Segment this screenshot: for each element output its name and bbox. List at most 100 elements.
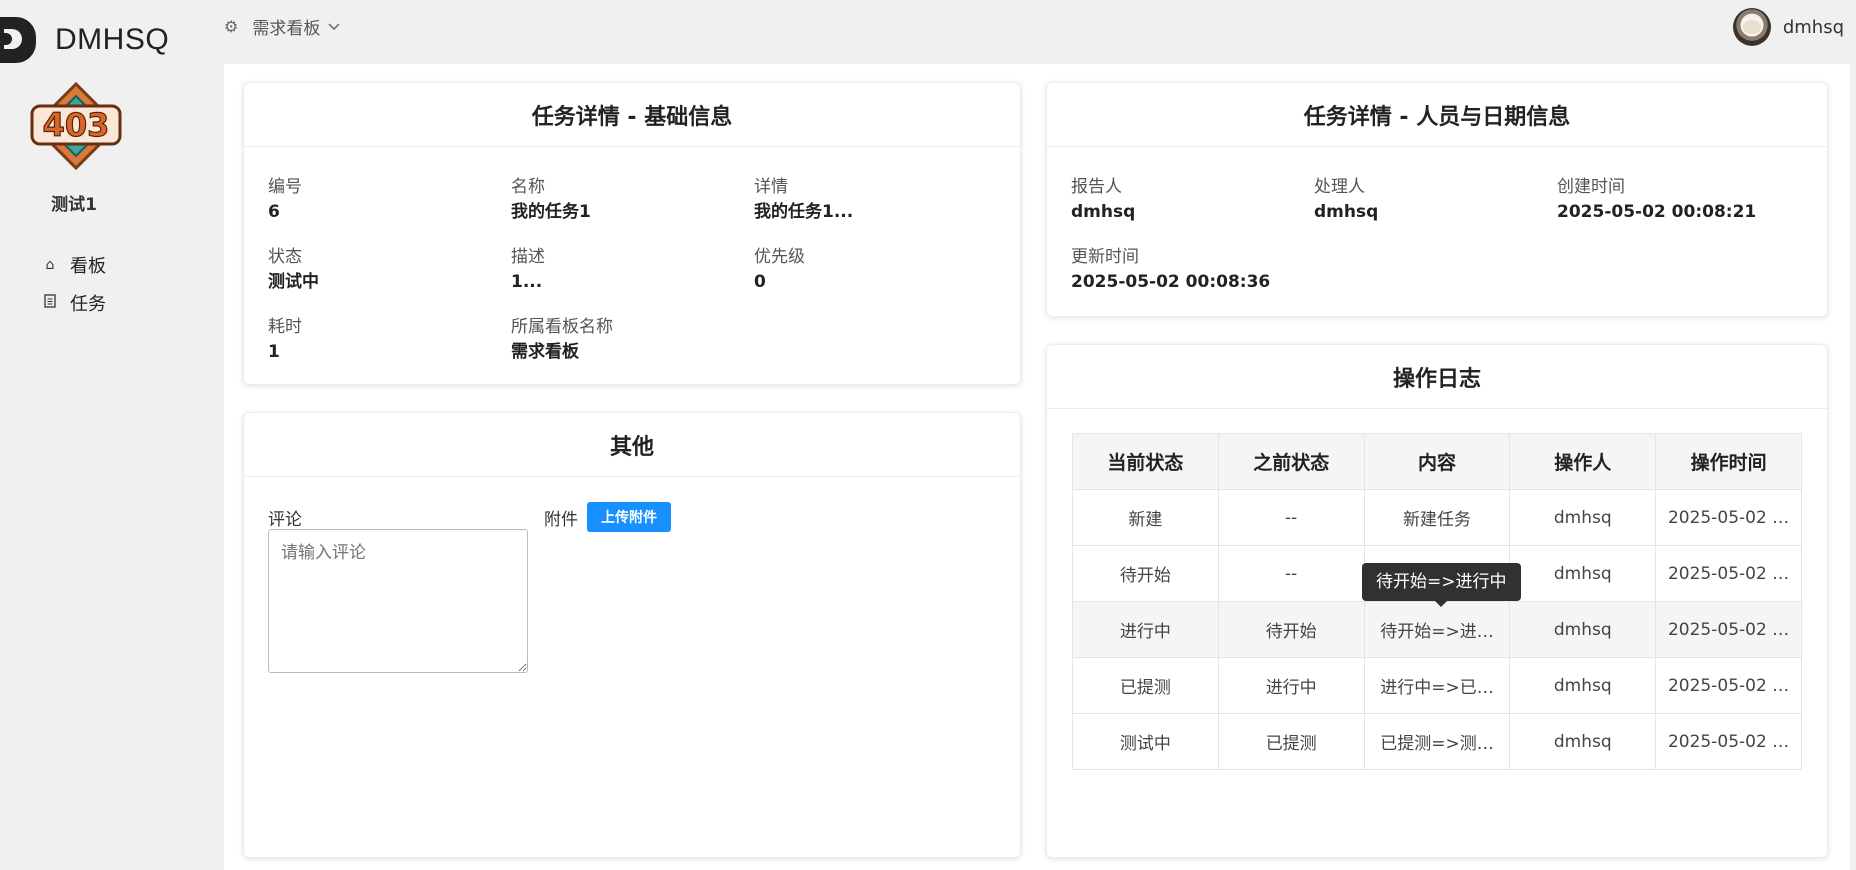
- people-date-card: 任务详情 - 人员与日期信息 报告人 dmhsq 处理人 dmhsq 创建时间 202…: [1046, 82, 1828, 317]
- table-row[interactable]: 新建 -- 新建任务 dmhsq 2025-05-02 …: [1072, 489, 1802, 546]
- table-cell: dmhsq: [1509, 545, 1657, 602]
- table-cell: 已提测: [1217, 713, 1365, 770]
- table-header-row: 当前状态 之前状态 内容 操作人 操作时间: [1072, 433, 1802, 490]
- field-label: 编号: [268, 177, 302, 197]
- sidebar-item-board[interactable]: ⌂ 看板: [42, 246, 106, 284]
- field-value: 2025-05-02 00:08:21: [1557, 202, 1757, 222]
- app-name: DMHSQ: [55, 23, 170, 56]
- field-label: 名称: [511, 177, 545, 197]
- table-cell: --: [1217, 489, 1365, 546]
- sidebar-item-tasks[interactable]: 任务: [42, 284, 106, 322]
- field-label: 所属看板名称: [511, 317, 613, 337]
- table-cell: 新建任务: [1363, 489, 1511, 546]
- table-row[interactable]: 已提测 进行中 进行中=>已… dmhsq 2025-05-02 …: [1072, 657, 1802, 714]
- other-card: 其他 评论 附件 上传附件: [243, 412, 1021, 858]
- field-value: 测试中: [268, 272, 319, 292]
- field-label: 详情: [754, 177, 788, 197]
- svg-text:403: 403: [43, 106, 110, 144]
- side-nav: ⌂ 看板 任务: [42, 246, 106, 322]
- field-description: 描述 1...: [511, 245, 754, 295]
- field-value: 0: [754, 272, 766, 292]
- field-label: 处理人: [1314, 177, 1365, 197]
- field-priority: 优先级 0: [754, 245, 997, 295]
- table-cell: 2025-05-02 …: [1655, 601, 1802, 658]
- field-value: 我的任务1: [511, 202, 591, 222]
- field-label: 创建时间: [1557, 177, 1625, 197]
- field-value: 需求看板: [511, 342, 579, 362]
- column-header: 之前状态: [1217, 433, 1365, 490]
- table-cell: 测试中: [1072, 713, 1219, 770]
- table-cell: 进行中: [1217, 657, 1365, 714]
- table-cell: dmhsq: [1509, 657, 1657, 714]
- table-cell: dmhsq: [1509, 601, 1657, 658]
- people-date-title: 任务详情 - 人员与日期信息: [1047, 83, 1827, 147]
- table-cell: 已提测: [1072, 657, 1219, 714]
- upload-attachment-button[interactable]: 上传附件: [587, 502, 671, 532]
- field-detail: 详情我的任务1...: [754, 175, 997, 225]
- column-header: 操作时间: [1655, 433, 1802, 490]
- attachment-label: 附件: [544, 510, 578, 530]
- avatar: [1732, 8, 1771, 46]
- top-header: ⚙ 需求看板 dmhsq: [224, 0, 1856, 56]
- app-logo[interactable]: DMHSQ: [0, 12, 169, 68]
- table-cell: 2025-05-02 …: [1655, 545, 1802, 602]
- field-value: dmhsq: [1071, 202, 1136, 222]
- field-label: 更新时间: [1071, 247, 1139, 267]
- table-cell: dmhsq: [1509, 489, 1657, 546]
- field-label: 优先级: [754, 247, 805, 267]
- table-cell: 待开始: [1072, 545, 1219, 602]
- field-id: 编号 6: [268, 175, 511, 225]
- table-cell: 待开始: [1217, 601, 1365, 658]
- column-header: 操作人: [1509, 433, 1657, 490]
- table-cell: 新建: [1072, 489, 1219, 546]
- sidebar: DMHSQ 403 测试1 ⌂ 看板 任务: [0, 0, 224, 870]
- error-403-badge-icon: 403: [30, 82, 122, 170]
- column-header: 当前状态: [1072, 433, 1219, 490]
- comment-input[interactable]: [268, 529, 528, 673]
- basic-info-grid: 编号 6 名称我的任务1 详情我的任务1... 状态测试中 描述 1... 优先级 0…: [244, 147, 1020, 365]
- comment-label: 评论: [268, 510, 302, 530]
- current-user-name: 测试1: [51, 195, 97, 215]
- field-label: 耗时: [268, 317, 302, 337]
- content-tooltip: 待开始=>进行中: [1362, 563, 1521, 607]
- field-label: 报告人: [1071, 177, 1122, 197]
- column-header: 内容: [1363, 433, 1511, 490]
- table-cell[interactable]: 待开始=>进…: [1363, 601, 1511, 658]
- field-value: 6: [268, 202, 280, 222]
- other-title: 其他: [244, 413, 1020, 477]
- field-reporter: 报告人 dmhsq: [1071, 175, 1314, 225]
- home-icon: ⌂: [45, 257, 55, 273]
- table-cell: 进行中: [1072, 601, 1219, 658]
- field-value: 我的任务1...: [754, 202, 854, 222]
- table-cell: 2025-05-02 …: [1655, 489, 1802, 546]
- table-cell: 2025-05-02 …: [1655, 657, 1802, 714]
- field-value: dmhsq: [1314, 202, 1379, 222]
- field-created-at: 创建时间 2025-05-02 00:08:21: [1557, 175, 1800, 225]
- basic-info-title: 任务详情 - 基础信息: [244, 83, 1020, 147]
- logo-icon: [0, 15, 38, 65]
- table-cell: 进行中=>已…: [1363, 657, 1511, 714]
- header-username: dmhsq: [1782, 16, 1844, 38]
- field-value: 1...: [511, 272, 543, 292]
- board-selector[interactable]: ⚙ 需求看板: [224, 14, 340, 39]
- board-selector-label: 需求看板: [252, 19, 321, 39]
- people-date-grid: 报告人 dmhsq 处理人 dmhsq 创建时间 2025-05-02 00:08:2…: [1047, 147, 1827, 295]
- other-body: 评论 附件 上传附件: [244, 477, 1020, 673]
- table-row[interactable]: 测试中 已提测 已提测=>测… dmhsq 2025-05-02 …: [1072, 713, 1802, 770]
- field-value: 1: [268, 342, 280, 362]
- table-row[interactable]: 进行中 待开始 待开始=>进… dmhsq 2025-05-02 …: [1072, 601, 1802, 658]
- table-cell: 已提测=>测…: [1363, 713, 1511, 770]
- field-label: 描述: [511, 247, 545, 267]
- gear-icon: ⚙: [224, 17, 239, 36]
- table-cell: dmhsq: [1509, 713, 1657, 770]
- field-label: 状态: [268, 247, 302, 267]
- field-status: 状态 测试中: [268, 245, 511, 295]
- user-menu[interactable]: dmhsq: [1732, 8, 1844, 46]
- document-icon: [42, 294, 58, 312]
- basic-info-card: 任务详情 - 基础信息 编号 6 名称我的任务1 详情我的任务1... 状态测试中…: [243, 82, 1021, 385]
- field-value: 2025-05-02 00:08:36: [1071, 272, 1271, 292]
- sidebar-item-label: 任务: [70, 294, 106, 315]
- table-cell: --: [1217, 545, 1365, 602]
- operation-log-title: 操作日志: [1047, 345, 1827, 409]
- sidebar-item-label: 看板: [70, 256, 106, 277]
